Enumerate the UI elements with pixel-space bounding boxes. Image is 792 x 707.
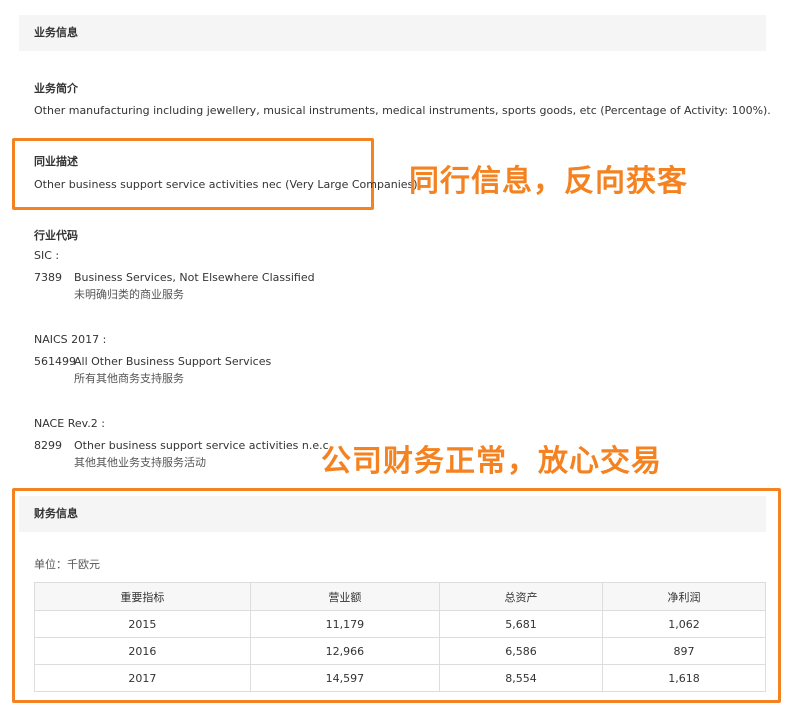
table-cell: 12,966 <box>249 637 441 665</box>
table-row: 2016 12,966 6,586 897 <box>34 637 766 665</box>
nace-desc-cn: 其他其他业务支持服务活动 <box>74 456 206 469</box>
peer-highlight-box <box>12 138 374 210</box>
naics-desc-en: All Other Business Support Services <box>74 355 272 368</box>
business-intro-label: 业务简介 <box>34 82 78 95</box>
business-intro-text: Other manufacturing including jewellery,… <box>34 104 771 117</box>
finance-table: 重要指标 营业额 总资产 净利润 2015 11,179 5,681 1,062… <box>34 582 766 692</box>
col-header: 总资产 <box>439 582 603 611</box>
finance-info-header: 财务信息 <box>19 496 766 532</box>
col-header: 净利润 <box>602 582 766 611</box>
table-row: 2017 14,597 8,554 1,618 <box>34 664 766 692</box>
sic-code: 7389 <box>34 271 62 284</box>
table-row: 2015 11,179 5,681 1,062 <box>34 610 766 638</box>
table-cell: 1,062 <box>602 610 766 638</box>
table-cell: 2016 <box>34 637 251 665</box>
finance-promo-slogan: 公司财务正常，放心交易 <box>321 444 662 479</box>
table-cell: 11,179 <box>249 610 441 638</box>
sic-label: SIC : <box>34 249 60 262</box>
table-cell: 897 <box>602 637 766 665</box>
table-cell: 2015 <box>34 610 251 638</box>
industry-codes-label: 行业代码 <box>34 229 78 242</box>
nace-desc-en: Other business support service activitie… <box>74 439 333 452</box>
table-cell: 1,618 <box>602 664 766 692</box>
naics-label: NAICS 2017 : <box>34 333 107 346</box>
finance-unit: 单位：千欧元 <box>34 558 100 571</box>
finance-table-header-row: 重要指标 营业额 总资产 净利润 <box>34 582 766 611</box>
col-header: 营业额 <box>249 582 441 611</box>
col-header: 重要指标 <box>34 582 251 611</box>
nace-label: NACE Rev.2 : <box>34 417 105 430</box>
naics-desc-cn: 所有其他商务支持服务 <box>74 372 184 385</box>
table-cell: 2017 <box>34 664 251 692</box>
naics-code: 561499 <box>34 355 76 368</box>
peer-description-label: 同业描述 <box>34 155 78 168</box>
table-cell: 6,586 <box>439 637 603 665</box>
business-info-header: 业务信息 <box>19 15 766 51</box>
peer-description-text: Other business support service activitie… <box>34 178 418 191</box>
table-cell: 8,554 <box>439 664 603 692</box>
sic-desc-cn: 未明确归类的商业服务 <box>74 288 184 301</box>
table-cell: 14,597 <box>249 664 441 692</box>
sic-desc-en: Business Services, Not Elsewhere Classif… <box>74 271 315 284</box>
peer-promo-slogan: 同行信息，反向获客 <box>409 164 688 199</box>
table-cell: 5,681 <box>439 610 603 638</box>
nace-code: 8299 <box>34 439 62 452</box>
